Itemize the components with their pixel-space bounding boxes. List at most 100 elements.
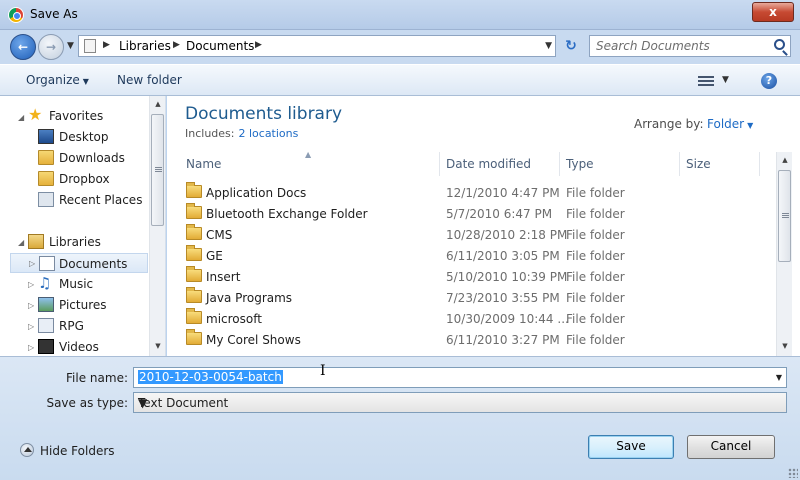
sidebar-item-rpg[interactable]: RPG	[38, 316, 148, 336]
refresh-button[interactable]: ↻	[560, 35, 582, 57]
scrollbar-thumb[interactable]	[778, 170, 791, 262]
sidebar-item-videos[interactable]: Videos	[38, 337, 148, 356]
close-button[interactable]: x	[752, 2, 794, 22]
file-date: 6/11/2010 3:27 PM	[446, 333, 560, 347]
table-row[interactable]: Insert 5/10/2010 10:39 PM File folder	[180, 266, 760, 287]
view-options-icon[interactable]	[698, 74, 714, 88]
sidebar-label: Music	[59, 277, 94, 291]
sidebar-label: RPG	[59, 319, 84, 333]
scrollbar-thumb[interactable]	[151, 114, 164, 226]
library-title: Documents library	[185, 104, 343, 124]
expand-icon[interactable]: ▷	[29, 259, 35, 268]
folder-icon	[186, 287, 202, 303]
column-label: Name	[186, 157, 222, 171]
breadcrumb-separator-icon[interactable]: ▶	[173, 40, 180, 50]
sidebar-label: Desktop	[59, 130, 109, 144]
breadcrumb-documents[interactable]: Documents	[186, 39, 254, 53]
search-box[interactable]	[589, 35, 791, 57]
folder-icon	[186, 245, 202, 261]
history-dropdown-icon[interactable]: ▼	[67, 41, 74, 51]
column-header-size[interactable]: Size	[680, 152, 760, 176]
chevron-down-icon[interactable]: ▼	[138, 396, 782, 410]
sidebar-label: Favorites	[49, 109, 104, 123]
address-dropdown-icon[interactable]: ▼	[545, 41, 552, 51]
sidebar-item-dropbox[interactable]: Dropbox	[38, 169, 148, 189]
sidebar-item-pictures[interactable]: Pictures	[38, 295, 148, 315]
resize-grip-icon[interactable]	[788, 468, 798, 478]
locations-link[interactable]: 2 locations	[238, 127, 298, 140]
arrange-value: Folder	[707, 117, 745, 131]
expand-icon[interactable]: ▷	[28, 301, 34, 310]
sidebar-item-documents[interactable]: ▷ Documents	[10, 253, 148, 273]
sidebar-item-recent-places[interactable]: Recent Places	[38, 190, 148, 210]
sidebar-label: Libraries	[49, 235, 101, 249]
new-folder-button[interactable]: New folder	[117, 73, 182, 87]
sidebar-item-favorites[interactable]: ★ Favorites	[28, 106, 148, 126]
sidebar-scrollbar[interactable]: ▲ ▼	[149, 96, 165, 356]
sidebar-label: Downloads	[59, 151, 125, 165]
file-type: File folder	[566, 249, 625, 263]
expand-icon[interactable]: ▷	[28, 343, 34, 352]
table-row[interactable]: microsoft 10/30/2009 10:44 ... File folder	[180, 308, 760, 329]
file-name: CMS	[206, 228, 233, 242]
table-row[interactable]: Application Docs 12/1/2010 4:47 PM File fo…	[180, 182, 760, 203]
expand-icon[interactable]: ▷	[28, 322, 34, 331]
organize-menu[interactable]: Organize ▼	[26, 73, 89, 87]
sidebar-label: Videos	[59, 340, 99, 354]
column-label: Date modified	[446, 157, 532, 171]
folder-icon	[186, 182, 202, 198]
chevron-down-icon: ▼	[82, 77, 89, 86]
file-name-value[interactable]: 2010-12-03-0054-batch	[138, 370, 283, 384]
file-date: 7/23/2010 3:55 PM	[446, 291, 560, 305]
scroll-up-icon[interactable]: ▲	[150, 100, 165, 108]
organize-label: Organize	[26, 73, 80, 87]
forward-button[interactable]: →	[38, 34, 64, 60]
expand-icon[interactable]: ▷	[28, 280, 34, 289]
cancel-button[interactable]: Cancel	[687, 435, 775, 459]
save-button[interactable]: Save	[588, 435, 674, 459]
sidebar-item-music[interactable]: ♫ Music	[38, 274, 148, 294]
address-bar[interactable]: ▶ Libraries ▶ Documents ▶ ▼	[78, 35, 556, 57]
arrange-by-dropdown[interactable]: Folder ▼	[707, 117, 753, 131]
view-dropdown-icon[interactable]: ▼	[722, 75, 729, 85]
search-icon[interactable]	[774, 39, 785, 50]
sidebar-item-libraries[interactable]: Libraries	[28, 232, 148, 252]
column-header-type[interactable]: Type	[560, 152, 680, 176]
column-header-date[interactable]: Date modified	[440, 152, 560, 176]
save-type-select[interactable]: Text Document ▼	[133, 392, 787, 413]
expand-libraries-icon[interactable]: ◢	[18, 238, 24, 247]
save-type-label: Save as type:	[46, 396, 128, 410]
folder-icon	[186, 203, 202, 219]
command-bar: Organize ▼ New folder ▼ ?	[0, 64, 800, 96]
file-date: 12/1/2010 4:47 PM	[446, 186, 560, 200]
column-header-name[interactable]: Name	[180, 152, 440, 176]
sidebar-item-downloads[interactable]: Downloads	[38, 148, 148, 168]
breadcrumb-separator-icon[interactable]: ▶	[255, 40, 262, 50]
breadcrumb-separator-icon[interactable]: ▶	[103, 40, 110, 50]
scroll-down-icon[interactable]: ▼	[777, 342, 793, 350]
back-button[interactable]: ←	[10, 34, 36, 60]
expand-favorites-icon[interactable]: ◢	[18, 113, 24, 122]
table-row[interactable]: My Corel Shows 6/11/2010 3:27 PM File fold…	[180, 329, 760, 350]
file-name-field[interactable]: 2010-12-03-0054-batch ▼	[133, 367, 787, 388]
chevron-down-icon: ▼	[747, 121, 754, 130]
sidebar-item-desktop[interactable]: Desktop	[38, 127, 148, 147]
help-button[interactable]: ?	[761, 73, 777, 89]
includes-label: Includes:	[185, 127, 235, 140]
file-list-scrollbar[interactable]: ▲ ▼	[776, 152, 792, 356]
table-row[interactable]: Bluetooth Exchange Folder 5/7/2010 6:47 P…	[180, 203, 760, 224]
scroll-up-icon[interactable]: ▲	[777, 156, 793, 164]
file-type: File folder	[566, 186, 625, 200]
breadcrumb-libraries[interactable]: Libraries	[119, 39, 171, 53]
table-row[interactable]: GE 6/11/2010 3:05 PM File folder	[180, 245, 760, 266]
table-row[interactable]: CMS 10/28/2010 2:18 PM File folder	[180, 224, 760, 245]
chevron-down-icon[interactable]: ▼	[776, 373, 782, 382]
table-row[interactable]: Java Programs 7/23/2010 3:55 PM File folde…	[180, 287, 760, 308]
file-list-pane: Documents library Includes: 2 locations A…	[167, 96, 800, 356]
file-date: 6/11/2010 3:05 PM	[446, 249, 560, 263]
scroll-down-icon[interactable]: ▼	[150, 342, 165, 350]
file-date: 5/7/2010 6:47 PM	[446, 207, 553, 221]
search-input[interactable]	[590, 36, 760, 56]
file-name: Bluetooth Exchange Folder	[206, 207, 368, 221]
file-name: Application Docs	[206, 186, 307, 200]
